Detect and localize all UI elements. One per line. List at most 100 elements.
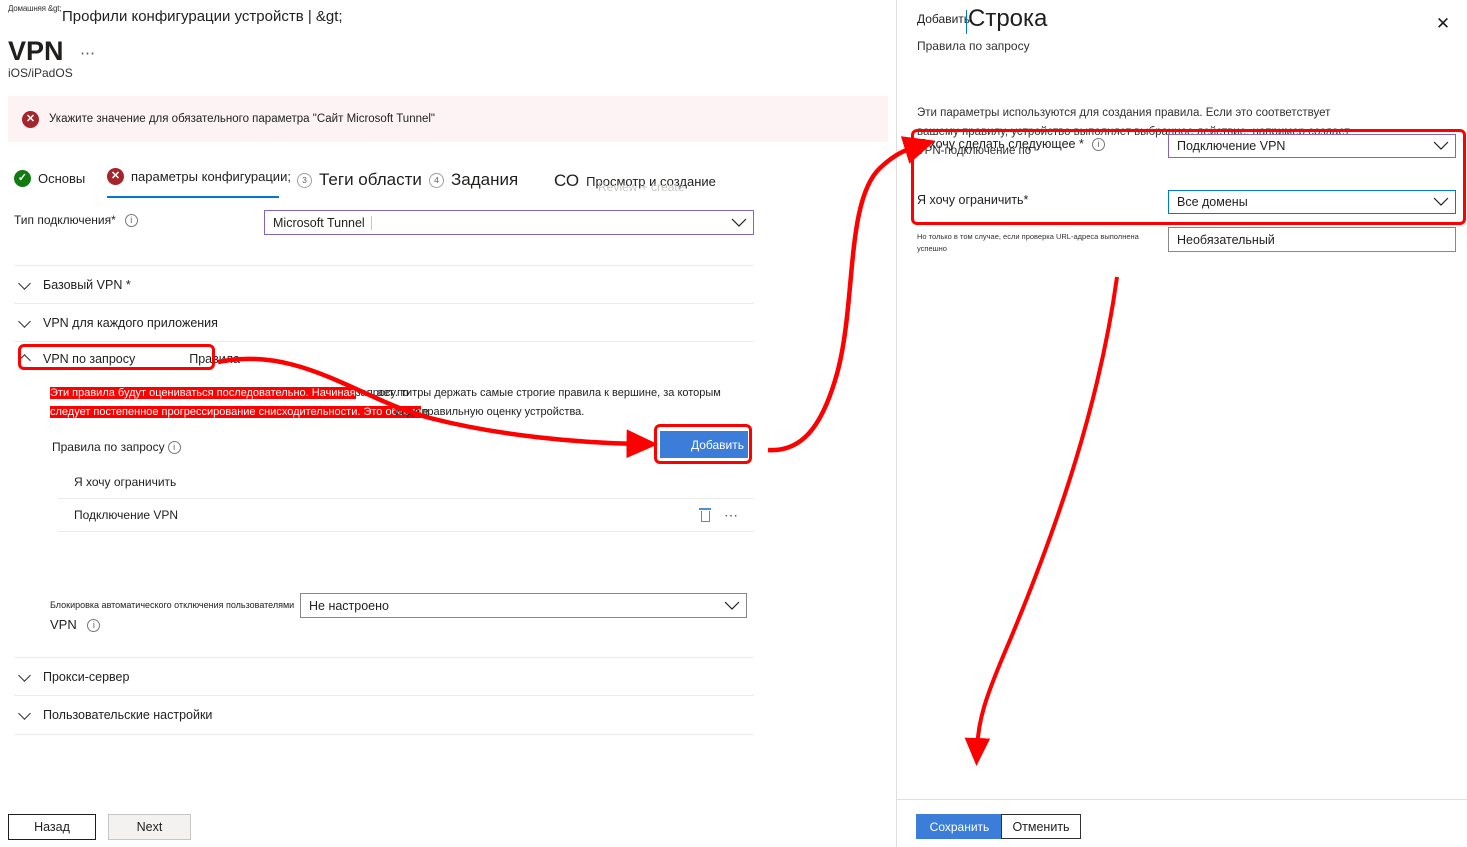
check-circle-icon: ✓ <box>14 170 31 187</box>
next-button-label: Next <box>136 820 163 834</box>
main-content-pane: Домашняя &gt; Профили конфигурации устро… <box>0 0 896 847</box>
on-demand-note-overlay-1: ает по <box>377 387 410 399</box>
on-demand-note-highlight-2: следует постепенное прогрессирование сни… <box>50 406 422 418</box>
on-demand-rules-label: Правила по запросу <box>52 440 165 454</box>
field-i-want-to-restrict-row: Я хочу ограничить* <box>917 193 1028 207</box>
tab-scope-tags-label: Теги области <box>319 170 422 189</box>
on-demand-note-tail-2: правильную оценку устройства. <box>421 406 585 418</box>
breadcrumb-home[interactable]: Домашняя &gt; <box>8 4 61 13</box>
section-on-demand-vpn[interactable]: VPN по запросу Правила <box>14 341 754 376</box>
on-demand-rules-row: Правила по запросу i <box>52 440 181 454</box>
more-actions-icon[interactable]: ⋯ <box>80 44 96 62</box>
save-button-label: Сохранить <box>929 819 990 834</box>
next-button[interactable]: Next <box>108 814 191 840</box>
connection-type-value: Microsoft Tunnel <box>273 215 365 230</box>
field-url-probe-input[interactable]: Необязательный <box>1168 227 1456 252</box>
chevron-up-icon <box>18 354 31 367</box>
field-i-want-to-restrict-value: Все домены <box>1177 195 1248 209</box>
add-rule-button[interactable]: Добавить <box>660 431 748 458</box>
save-button[interactable]: Сохранить <box>916 814 1001 839</box>
chevron-down-icon <box>1433 135 1449 157</box>
add-row-blade: Добавить Строка Правила по запросу ✕ Эти… <box>896 0 1467 847</box>
error-x-icon: ✕ <box>107 168 124 185</box>
chevron-down-icon <box>18 314 31 328</box>
rule-row-label: Подключение VPN <box>74 508 179 522</box>
table-row[interactable]: Я хочу ограничить <box>58 466 754 499</box>
connection-type-row: Тип подключения* i <box>14 213 138 227</box>
on-demand-note: Эти правила будут оцениваться последоват… <box>50 384 820 422</box>
block-disconnect-label-line2: VPN <box>50 617 77 632</box>
on-demand-note-overlay-2: инде е <box>395 406 429 418</box>
tab-scope-tags[interactable]: 3 Теги области <box>297 170 422 190</box>
tab-basics-label: Основы <box>38 171 86 186</box>
cancel-button[interactable]: Отменить <box>1001 814 1081 839</box>
tab-configuration-settings-label: параметры конфигурации; <box>131 169 291 184</box>
tab-review-prefix: СО <box>554 171 580 190</box>
tab-assignments[interactable]: 4 Задания <box>429 170 518 190</box>
section-base-vpn-title: Базовый VPN * <box>43 278 131 292</box>
field-i-want-to-do-row: Я хочу сделать следующее * i <box>917 137 1105 151</box>
field-i-want-to-do-value: Подключение VPN <box>1177 139 1286 153</box>
info-icon[interactable]: i <box>87 619 101 632</box>
cancel-button-label: Отменить <box>1012 819 1070 834</box>
section-on-demand-vpn-title: VPN по запросу <box>43 352 136 366</box>
blade-subtitle: Правила по запросу <box>917 39 1030 53</box>
tab-assignments-label: Задания <box>451 170 519 189</box>
section-per-app-vpn[interactable]: VPN для каждого приложения <box>14 303 754 342</box>
connection-type-label: Тип подключения* <box>14 213 116 227</box>
text-cursor <box>966 10 967 34</box>
close-icon[interactable]: ✕ <box>1433 14 1453 34</box>
block-disconnect-dropdown[interactable]: Не настроено <box>300 593 747 618</box>
tab-number-3: 3 <box>297 172 312 188</box>
chevron-down-icon <box>18 668 31 682</box>
field-url-probe-value: Необязательный <box>1177 232 1275 247</box>
breadcrumb-path[interactable]: Профили конфигурации устройств | &gt; <box>62 8 343 25</box>
tab-active-underline <box>107 196 279 198</box>
block-disconnect-value: Не настроено <box>309 598 389 613</box>
validation-error-banner: ✕ Укажите значение для обязательного пар… <box>8 96 888 142</box>
page-title: VPN <box>8 36 64 66</box>
section-per-app-vpn-title: VPN для каждого приложения <box>43 316 218 330</box>
add-rule-button-label: Добавить <box>690 437 744 452</box>
chevron-down-icon <box>724 594 740 617</box>
on-demand-note-highlight-1: Эти правила будут оцениваться последоват… <box>50 387 356 399</box>
ellipsis-icon[interactable]: ⋯ <box>724 508 740 522</box>
chevron-down-icon <box>731 211 747 234</box>
chevron-down-icon <box>18 706 31 720</box>
info-icon[interactable]: i <box>167 440 181 454</box>
section-custom-settings-title: Пользовательские настройки <box>43 708 213 722</box>
on-demand-note-tail-1: запросу. титры держать самые строгие пра… <box>355 387 721 399</box>
field-i-want-to-do-dropdown[interactable]: Подключение VPN <box>1168 134 1456 158</box>
section-on-demand-vpn-extra: Правила <box>189 352 240 366</box>
tab-configuration-settings[interactable]: ✕ параметры конфигурации; <box>107 168 291 185</box>
error-x-icon: ✕ <box>22 110 39 128</box>
info-icon[interactable]: i <box>124 213 138 227</box>
tab-review-create[interactable]: СО Просмотр и создание Review + create <box>554 171 716 194</box>
tab-basics[interactable]: ✓ Основы <box>14 170 85 187</box>
field-i-want-to-restrict-dropdown[interactable]: Все домены <box>1168 190 1456 214</box>
platform-label: iOS/iPadOS <box>8 66 73 80</box>
blade-title: Строка <box>968 5 1048 32</box>
tab-review-create-ghost-label: Review + create <box>598 180 685 194</box>
field-url-probe-label: Но только в том случае, если проверка UR… <box>917 232 1139 253</box>
chevron-down-icon <box>18 276 31 290</box>
trash-icon[interactable] <box>699 508 711 522</box>
section-base-vpn[interactable]: Базовый VPN * <box>14 265 754 304</box>
info-icon[interactable]: i <box>1091 137 1105 151</box>
section-proxy[interactable]: Прокси-сервер <box>14 657 754 696</box>
field-i-want-to-restrict-label: Я хочу ограничить* <box>917 193 1029 207</box>
section-custom-settings[interactable]: Пользовательские настройки <box>14 695 754 735</box>
block-disconnect-label-line1: Блокировка автоматического отключения по… <box>50 600 295 610</box>
section-proxy-title: Прокси-сервер <box>43 670 130 684</box>
tab-number-4: 4 <box>429 172 444 188</box>
blade-footer-divider <box>897 799 1467 800</box>
field-i-want-to-do-label: Я хочу сделать следующее * <box>917 137 1084 151</box>
validation-error-message: Укажите значение для обязательного парам… <box>49 113 436 125</box>
back-button[interactable]: Назад <box>8 814 96 840</box>
blade-add-word: Добавить <box>917 12 971 26</box>
table-row[interactable]: Подключение VPN ⋯ <box>58 499 754 532</box>
chevron-down-icon <box>1433 191 1449 213</box>
back-button-label: Назад <box>34 820 70 834</box>
connection-type-dropdown[interactable]: Microsoft Tunnel <box>264 210 754 235</box>
rule-row-label: Я хочу ограничить <box>74 475 177 489</box>
